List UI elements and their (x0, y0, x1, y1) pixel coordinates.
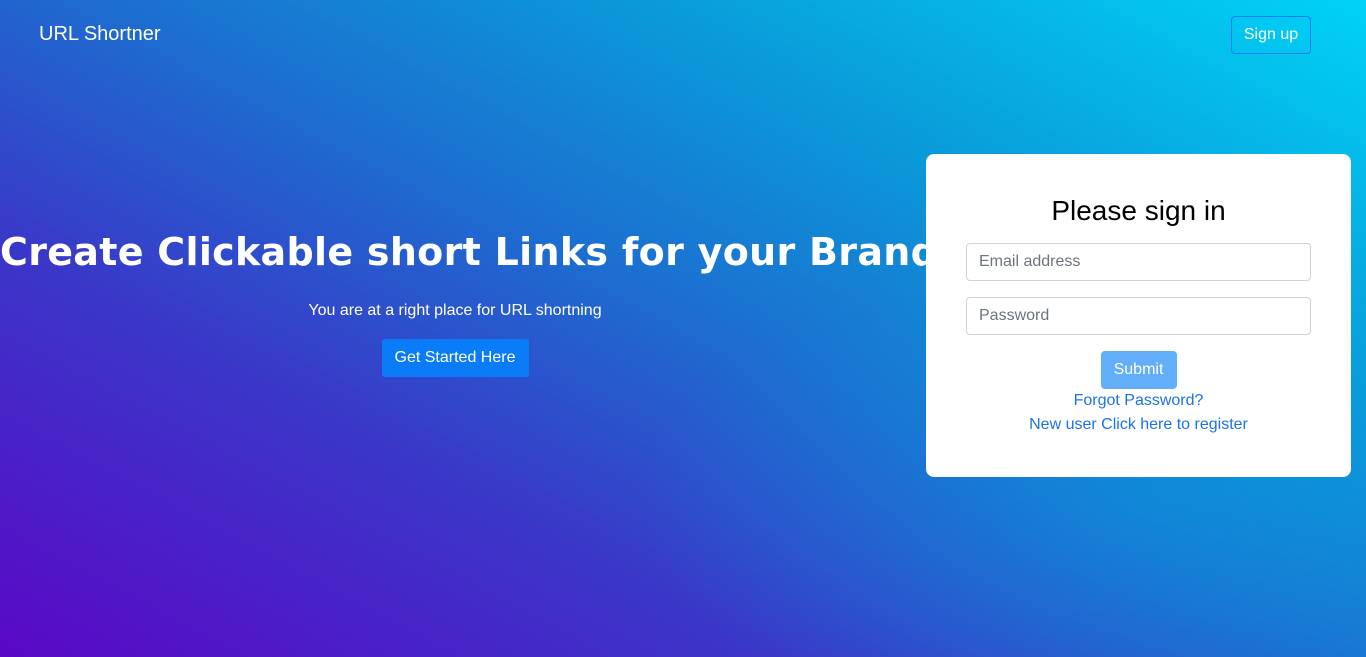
get-started-button[interactable]: Get Started Here (381, 339, 529, 377)
hero-title: Create Clickable short Links for your Br… (0, 230, 939, 274)
signin-title: Please sign in (1051, 195, 1226, 226)
brand-link[interactable]: URL Shortner (39, 23, 161, 46)
email-field[interactable] (966, 243, 1311, 281)
hero-subtitle: You are at a right place for URL shortni… (308, 302, 602, 319)
signin-card: Please sign in Submit Forgot Password? N… (926, 154, 1351, 477)
signup-button[interactable]: Sign up (1231, 16, 1311, 54)
submit-button[interactable]: Submit (1100, 351, 1177, 389)
hero-section: Create Clickable short Links for your Br… (0, 226, 939, 377)
password-field[interactable] (966, 297, 1311, 335)
register-link[interactable]: New user Click here to register (966, 413, 1311, 437)
forgot-password-link[interactable]: Forgot Password? (966, 389, 1311, 413)
